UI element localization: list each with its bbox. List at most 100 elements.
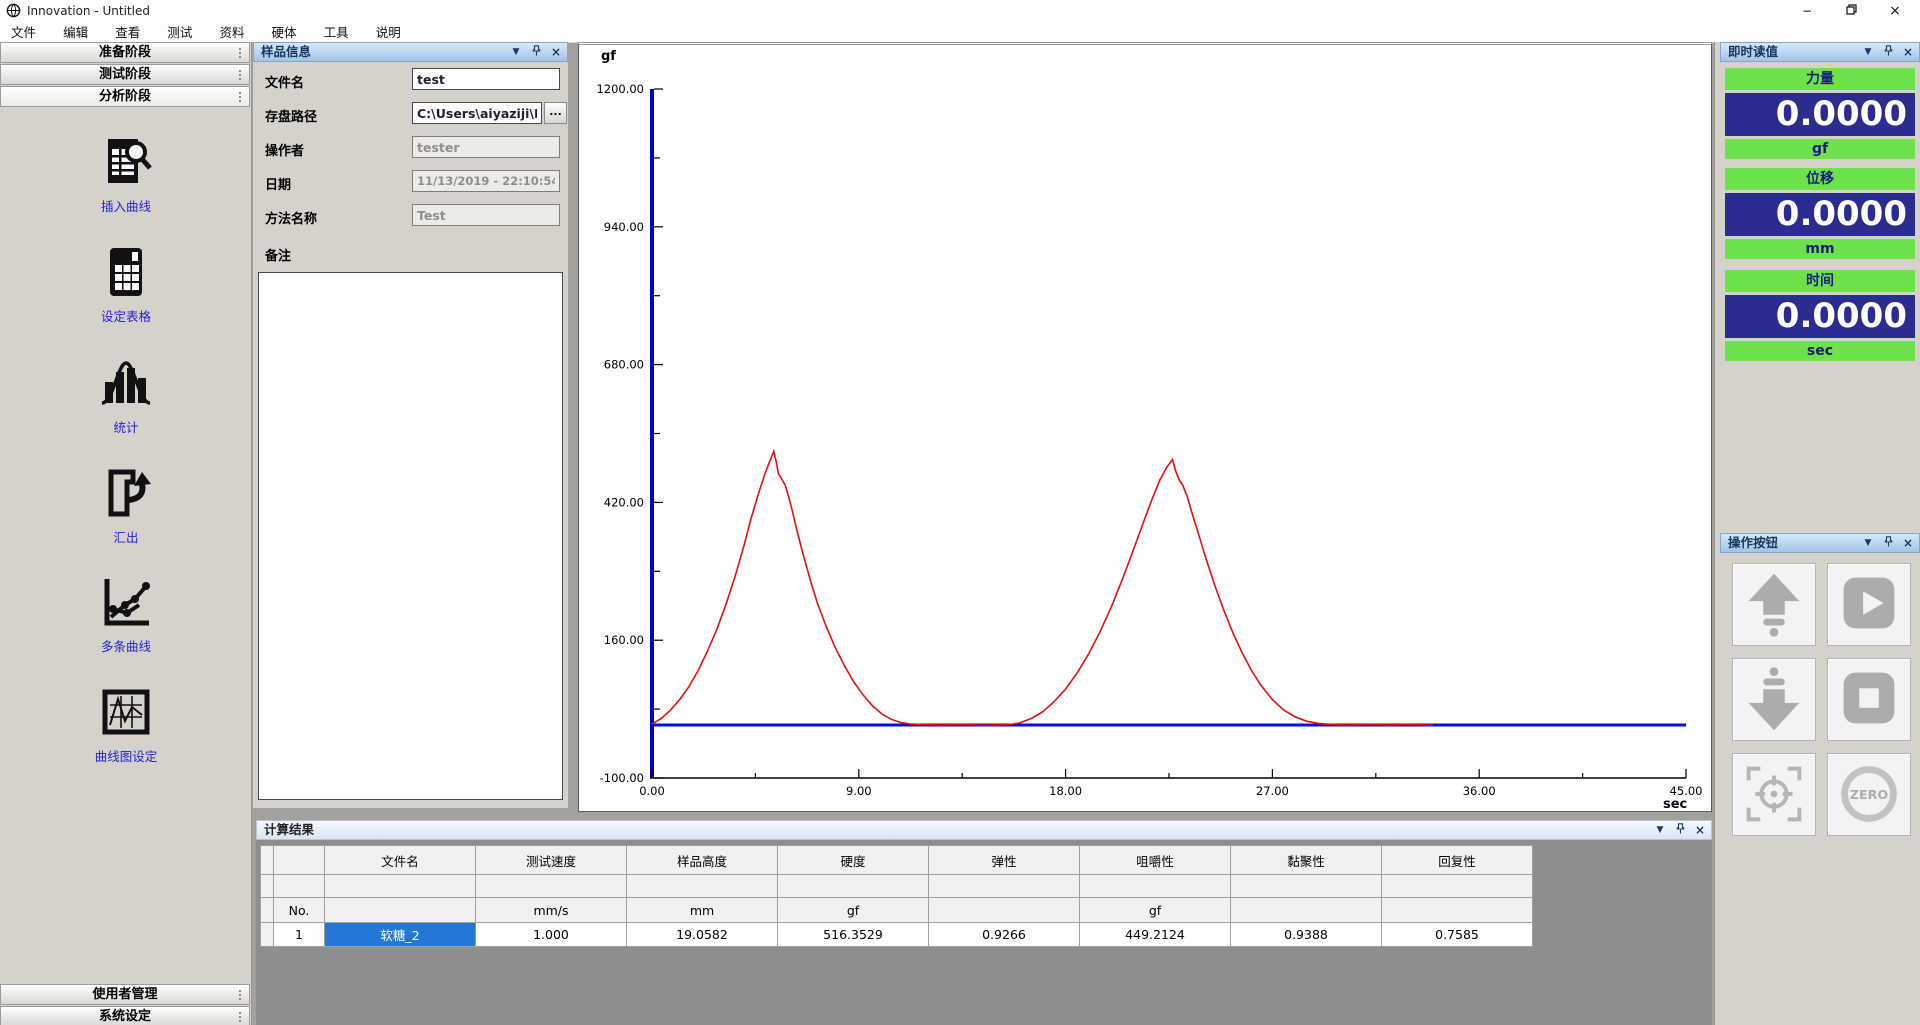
menu-item-file[interactable]: 文件 [0,23,47,43]
test-speed-cell[interactable]: 1.000 [476,923,626,946]
filename-cell[interactable]: 软糖_2 [325,923,475,946]
window-title: Innovation - Untitled [27,0,150,22]
restore-button[interactable] [1830,0,1872,22]
menu-item-hardware[interactable]: 硬体 [261,23,308,43]
panel-pin-button[interactable] [1673,823,1687,837]
menu-item-test[interactable]: 测试 [156,23,203,43]
results-panel: 计算结果 ▼ × 文件名 测试速度 样品高度 硬度 弹性 咀嚼性 黏聚性 回复性 [256,820,1712,1025]
stage-label: 准备阶段 [99,45,151,60]
panel-collapse-button[interactable]: ▼ [509,45,523,59]
sidebar-item-table-setup[interactable]: 设定表格 [0,245,252,325]
panel-pin-button[interactable] [1881,45,1895,59]
table-setup-icon [99,245,153,299]
multi-curve-icon [99,575,153,629]
remark-label: 备注 [265,245,291,264]
zero-button[interactable]: ZERO [1827,753,1911,836]
panel-collapse-button[interactable]: ▼ [1861,45,1875,59]
resilience-cell[interactable]: 0.7585 [1382,923,1532,946]
row-number-cell[interactable]: 1 [274,923,324,946]
sidebar-stage-prepare[interactable]: 准备阶段 [0,42,250,63]
sidebar-item-statistics[interactable]: 统计 [0,356,252,436]
panel-pin-button[interactable] [529,45,543,59]
chevron-down-icon: ▼ [513,47,520,57]
pin-icon [532,45,541,56]
panel-close-button[interactable]: × [1901,45,1915,59]
x-axis-unit-label: sec [1663,797,1687,812]
sample-height-cell[interactable]: 19.0582 [627,923,777,946]
chewiness-cell[interactable]: 449.2124 [1080,923,1230,946]
svg-text:27.00: 27.00 [1256,784,1289,798]
menu-item-view[interactable]: 查看 [104,23,151,43]
minimize-button[interactable]: − [1786,0,1828,22]
sidebar-item-insert-curve[interactable]: 插入曲线 [0,135,252,215]
start-button[interactable] [1827,563,1911,646]
sidebar-item-user-management[interactable]: 使用者管理 [0,984,250,1005]
operator-label: 操作者 [265,140,304,159]
results-table: 文件名 测试速度 样品高度 硬度 弹性 咀嚼性 黏聚性 回复性 No. mm/s… [260,845,1533,947]
svg-text:18.00: 18.00 [1049,784,1082,798]
menu-item-edit[interactable]: 编辑 [52,23,99,43]
app-logo-icon [6,3,21,18]
corner-cell [261,846,273,874]
zero-icon: ZERO [1828,754,1910,835]
sidebar-item-system-settings[interactable]: 系统设定 [0,1006,250,1025]
sidebar-item-export[interactable]: 汇出 [0,466,252,546]
chevron-down-icon: ▼ [1865,538,1872,548]
panel-close-button[interactable]: × [1901,536,1915,550]
column-header-resilience: 回复性 [1382,846,1532,874]
svg-text:680.00: 680.00 [604,358,644,372]
time-name-bar: 时间 [1725,270,1915,292]
sidebar-stage-test[interactable]: 测试阶段 [0,64,250,85]
drag-handle-icon [239,92,241,94]
hardness-cell[interactable]: 516.3529 [778,923,928,946]
drag-handle-icon [239,48,241,50]
drag-handle-icon [239,1012,241,1014]
sidebar-stage-analysis[interactable]: 分析阶段 [0,86,250,107]
chart-panel: gf sec 0.009.0018.0027.0036.0045.00-100.… [578,42,1712,812]
statistics-icon [99,356,153,410]
cohesiveness-cell[interactable]: 0.9388 [1231,923,1381,946]
menu-item-data[interactable]: 资料 [208,23,255,43]
time-unit-bar: sec [1725,341,1915,361]
force-time-chart: 0.009.0018.0027.0036.0045.00-100.00160.0… [579,45,1707,808]
menu-item-help[interactable]: 说明 [365,23,412,43]
tool-label: 多条曲线 [0,636,252,655]
arrow-up-icon [1733,564,1815,645]
svg-text:-100.00: -100.00 [600,771,644,785]
panel-close-button[interactable]: × [1693,823,1707,837]
arrow-down-icon [1733,659,1815,740]
save-path-label: 存盘路径 [265,106,317,125]
tool-label: 插入曲线 [0,196,252,215]
panel-close-button[interactable]: × [549,45,563,59]
browse-button[interactable]: ... [544,102,567,124]
remark-textarea[interactable] [258,272,563,800]
empty-cell [778,875,928,897]
springiness-cell[interactable]: 0.9266 [929,923,1079,946]
jog-up-button[interactable] [1732,563,1816,646]
stage-label: 测试阶段 [99,67,151,82]
panel-pin-button[interactable] [1881,536,1895,550]
panel-collapse-button[interactable]: ▼ [1861,536,1875,550]
filename-field[interactable] [412,68,560,90]
unit-cell [1382,898,1532,922]
menu-item-tools[interactable]: 工具 [313,23,360,43]
unit-cell [325,898,475,922]
save-path-field[interactable] [412,102,542,124]
panel-collapse-button[interactable]: ▼ [1653,823,1667,837]
pin-icon [1884,45,1893,56]
sidebar-item-multi-curve[interactable]: 多条曲线 [0,575,252,655]
position-button[interactable] [1732,753,1816,836]
jog-down-button[interactable] [1732,658,1816,741]
stop-button[interactable] [1827,658,1911,741]
column-header-hardness: 硬度 [778,846,928,874]
sidebar-item-chart-settings[interactable]: 曲线图设定 [0,685,252,765]
insert-curve-icon [99,135,153,189]
column-header-filename: 文件名 [325,846,475,874]
close-button[interactable]: × [1874,0,1916,22]
close-icon: × [1903,536,1913,550]
panel-title: 即时读值 [1728,44,1778,59]
date-label: 日期 [265,174,291,193]
sidebar: 准备阶段 测试阶段 分析阶段 插入曲线 设定表格 [0,42,252,1025]
row-header-cell[interactable] [261,923,273,946]
target-icon [1733,754,1815,835]
